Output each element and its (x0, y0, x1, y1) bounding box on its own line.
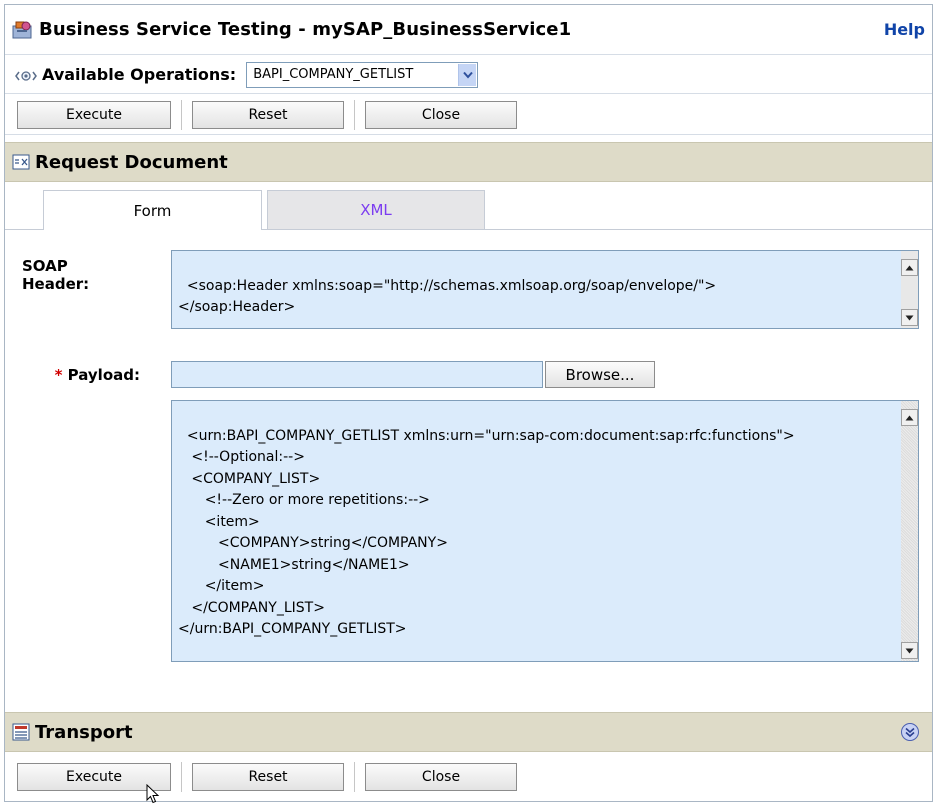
expand-icon[interactable] (900, 722, 920, 742)
reset-button-bottom[interactable]: Reset (192, 763, 344, 791)
bottom-toolbar: Execute Reset Close (5, 757, 932, 797)
help-link[interactable]: Help (884, 20, 925, 39)
request-document-icon (12, 153, 30, 171)
soap-header-scrollbar[interactable] (901, 251, 918, 328)
execute-button[interactable]: Execute (17, 100, 171, 129)
soap-header-textarea[interactable]: <soap:Header xmlns:soap="http://schemas.… (171, 250, 919, 329)
scroll-down-icon[interactable] (901, 642, 918, 659)
scroll-up-icon[interactable] (901, 409, 918, 426)
request-tabs: Form XML (5, 190, 932, 230)
required-marker: * (54, 366, 63, 384)
payload-textarea[interactable]: <urn:BAPI_COMPANY_GETLIST xmlns:urn="urn… (171, 400, 919, 662)
toolbar-divider (181, 99, 182, 130)
scroll-up-icon[interactable] (901, 259, 918, 276)
payload-file-input[interactable] (171, 361, 543, 388)
tab-underline-gap (44, 229, 261, 230)
soap-header-label: SOAP Header: (22, 257, 90, 293)
reset-button[interactable]: Reset (192, 100, 344, 129)
close-button-bottom[interactable]: Close (365, 763, 517, 791)
operations-bar: Available Operations: BAPI_COMPANY_GETLI… (5, 56, 932, 94)
payload-scrollbar[interactable] (901, 401, 918, 661)
mouse-pointer-icon (146, 783, 160, 804)
operations-select[interactable]: BAPI_COMPANY_GETLIST (246, 61, 479, 88)
business-service-icon (11, 20, 33, 40)
operations-selected-value: BAPI_COMPANY_GETLIST (253, 67, 414, 82)
browse-button[interactable]: Browse... (545, 361, 655, 388)
payload-label: * Payload: (22, 366, 140, 384)
title-bar: Business Service Testing - mySAP_Busines… (5, 5, 932, 55)
top-toolbar: Execute Reset Close (5, 95, 932, 135)
toolbar-divider (354, 762, 355, 792)
request-document-title: Request Document (35, 151, 228, 173)
toolbar-divider (181, 762, 182, 792)
request-document-section-bar[interactable]: Request Document (5, 142, 932, 182)
transport-section-bar[interactable]: Transport (5, 712, 932, 752)
soap-header-text: <soap:Header xmlns:soap="http://schemas.… (178, 277, 717, 316)
operations-label: Available Operations: (42, 65, 237, 84)
close-button[interactable]: Close (365, 100, 517, 129)
transport-title: Transport (35, 721, 133, 743)
payload-text: <urn:BAPI_COMPANY_GETLIST xmlns:urn="urn… (178, 427, 795, 638)
tab-xml[interactable]: XML (267, 190, 485, 230)
operations-icon (15, 68, 37, 82)
transport-icon (12, 723, 30, 741)
chevron-down-icon[interactable] (458, 63, 477, 86)
tab-form[interactable]: Form (43, 190, 262, 230)
payload-label-text: Payload: (67, 366, 140, 384)
page-title: Business Service Testing - mySAP_Busines… (39, 19, 572, 40)
toolbar-divider (354, 99, 355, 130)
scroll-down-icon[interactable] (901, 309, 918, 326)
